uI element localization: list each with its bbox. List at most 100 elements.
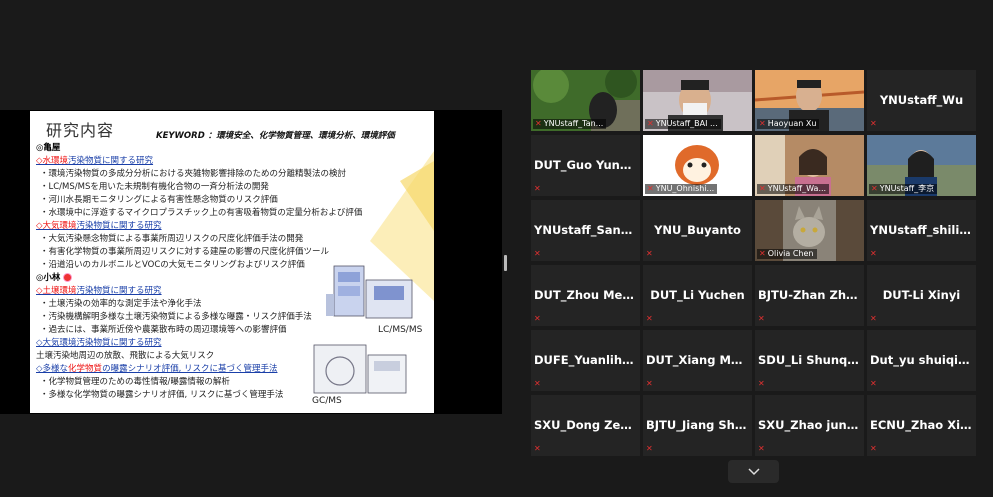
participant-tile[interactable]: SXU_Dong Zeng... ✕ <box>531 395 640 456</box>
participant-tile[interactable]: DUT-Li Xinyi ✕ <box>867 265 976 326</box>
slide-line: ◎亀屋 <box>36 142 434 155</box>
mic-muted-icon: ✕ <box>646 444 653 453</box>
participant-name: YNUstaff_李京 <box>879 184 935 193</box>
mic-muted-icon: ✕ <box>758 444 765 453</box>
mic-muted-icon: ✕ <box>870 249 877 258</box>
participant-tile[interactable]: YNU_Buyanto ✕ <box>643 200 752 261</box>
participant-tile[interactable]: DUFE_Yuanlihua ✕ <box>531 330 640 391</box>
participant-name-label: ✕ YNUstaff_BAI ... <box>645 119 721 129</box>
mic-muted-icon: ✕ <box>646 379 653 388</box>
participant-tile[interactable]: ✕ YNUstaff_Tan... <box>531 70 640 131</box>
participant-tile[interactable]: ✕ Haoyuan Xu <box>755 70 864 131</box>
participant-tile[interactable]: SXU_Zhao junqi... ✕ <box>755 395 864 456</box>
participant-name: DUFE_Yuanlihua <box>534 353 638 367</box>
participant-tile[interactable]: YNUstaff_shiliwen ✕ <box>867 200 976 261</box>
mic-muted-icon: ✕ <box>870 314 877 323</box>
mic-muted-icon: ✕ <box>534 314 541 323</box>
shared-screen: 研究内容 KEYWORD ：環境安全、化学物質管理、環境分析、環境評価 ◎亀屋 ◇… <box>0 110 502 414</box>
slide-text: ◇大気環境汚染物質に関する研究 <box>36 338 162 348</box>
participant-name: YNU_Ohnishi... <box>655 184 715 193</box>
laser-pointer-dot <box>63 273 73 282</box>
participant-name: DUT-Li Xinyi <box>882 288 961 302</box>
participant-tile[interactable]: BJTU-Zhan Zhe... ✕ <box>755 265 864 326</box>
participant-name: YNUstaff_shiliwen <box>870 223 976 237</box>
participant-tile[interactable]: ✕ YNUstaff_Wa... <box>755 135 864 196</box>
slide-text: ・沿道沿いのカルボニルとVOCの大気モニタリングおよびリスク評価 <box>40 260 305 270</box>
slide-line: ◇大気環境汚染物質に関する研究 <box>36 220 434 233</box>
slide: 研究内容 KEYWORD ：環境安全、化学物質管理、環境分析、環境評価 ◎亀屋 ◇… <box>30 111 434 413</box>
slide-text: ・汚染機構解明多様な土壌汚染物質による多様な曝露・リスク評価手法 <box>40 312 312 322</box>
slide-text: ・土壌汚染の効率的な測定手法や浄化手法 <box>40 299 202 309</box>
slide-text: ◎亀屋 <box>36 143 61 153</box>
mic-muted-icon: ✕ <box>871 184 878 193</box>
participant-name: YNU_Buyanto <box>654 223 741 237</box>
participant-tile[interactable]: YNUstaff_Sang DI ✕ <box>531 200 640 261</box>
participant-tile[interactable]: SDU_Li Shunqia... ✕ <box>755 330 864 391</box>
mic-muted-icon: ✕ <box>758 379 765 388</box>
slide-text: ・大気汚染懸念物質による事業所周辺リスクの尺度化評価手法の開発 <box>40 234 304 244</box>
slide-text: 土壌汚染地周辺の放散、飛散による大気リスク <box>36 351 215 361</box>
participant-name-label: ✕ YNUstaff_Tan... <box>533 119 607 129</box>
split-view-resize-handle[interactable] <box>504 255 507 271</box>
participant-name: Dut_yu shuiqing <box>870 353 975 367</box>
slide-line: ・有害化学物質の事業所周辺リスクに対する建屋の影響の尺度化評価ツール <box>36 246 434 259</box>
slide-highlight: ◇水環境 <box>36 156 69 166</box>
participant-tile[interactable]: DUT_Xiang Meng ✕ <box>643 330 752 391</box>
slide-highlight: ◇土壌環境 <box>36 286 77 296</box>
slide-text: ・化学物質管理のための毒性情報/曝露情報の解析 <box>40 377 230 387</box>
participant-tile[interactable]: ECNU_Zhao Xinyi ✕ <box>867 395 976 456</box>
participant-name: YNUstaff_BAI ... <box>655 119 718 128</box>
slide-text: ◇多様な <box>36 364 69 374</box>
mic-muted-icon: ✕ <box>646 249 653 258</box>
mic-muted-icon: ✕ <box>647 119 654 128</box>
slide-text: 汚染物質に関する研究 <box>68 156 154 166</box>
slide-text: ・河川水長期モニタリングによる有害性懸念物質のリスク評価 <box>40 195 278 205</box>
participant-name: BJTU_Jiang Shiyu <box>646 418 752 432</box>
participant-tile[interactable]: DUT_Li Yuchen ✕ <box>643 265 752 326</box>
lcms-illustration <box>326 265 413 319</box>
participant-tile[interactable]: BJTU_Jiang Shiyu ✕ <box>643 395 752 456</box>
participant-name: DUT_Zhou Meiqi <box>534 288 639 302</box>
participant-name-label: ✕ Olivia Chen <box>757 249 817 259</box>
slide-text: ・LC/MS/MSを用いた未規制有機化合物の一斉分析法の開発 <box>40 182 269 192</box>
slide-text: の曝露シナリオ評価, リスクに基づく管理手法 <box>102 364 278 374</box>
slide-text: ・環境汚染物質の多成分分析における夾雑物影響排除のための分離精製法の検討 <box>40 169 347 179</box>
participant-tile[interactable]: YNUstaff_Wu ✕ <box>867 70 976 131</box>
participant-name: SXU_Zhao junqi... <box>758 418 864 432</box>
participant-name-label: ✕ Haoyuan Xu <box>757 119 820 129</box>
participant-name: YNUstaff_Sang DI <box>534 223 640 237</box>
participant-name: YNUstaff_Wa... <box>767 184 827 193</box>
participant-name: SDU_Li Shunqia... <box>758 353 864 367</box>
participant-tile[interactable]: ✕ YNUstaff_BAI ... <box>643 70 752 131</box>
slide-text: ・過去には、事業所近傍や農薬散布時の周辺環境等への影響評価 <box>40 325 287 335</box>
participant-name: DUT_Xiang Meng <box>646 353 752 367</box>
participant-name: Olivia Chen <box>767 249 814 258</box>
gcms-label: GC/MS <box>312 396 342 406</box>
slide-text: ・有害化学物質の事業所周辺リスクに対する建屋の影響の尺度化評価ツール <box>40 247 330 257</box>
slide-highlight: ◇大気環境 <box>36 221 77 231</box>
lcms-label: LC/MS/MS <box>378 325 423 335</box>
slide-text: ・多様な化学物質の曝露シナリオ評価, リスクに基づく管理手法 <box>40 390 284 400</box>
participant-name: DUT_Li Yuchen <box>650 288 745 302</box>
participant-name-label: ✕ YNU_Ohnishi... <box>645 184 718 194</box>
chevron-down-icon <box>747 467 760 475</box>
slide-keyword: KEYWORD ：環境安全、化学物質管理、環境分析、環境評価 <box>156 131 395 141</box>
slide-text: 汚染物質に関する研究 <box>76 286 162 296</box>
slide-line: ・水環境中に浮遊するマイクロプラスチック上の有害吸着物質の定量分析および評価 <box>36 207 434 220</box>
mic-muted-icon: ✕ <box>870 119 877 128</box>
participant-tile[interactable]: ✕ Olivia Chen <box>755 200 864 261</box>
participant-tile[interactable]: ✕ YNU_Ohnishi... <box>643 135 752 196</box>
slide-text: ◎小林 <box>36 273 61 283</box>
participant-tile[interactable]: DUT_Guo Yunmi... ✕ <box>531 135 640 196</box>
slide-line: ・LC/MS/MSを用いた未規制有機化合物の一斉分析法の開発 <box>36 181 434 194</box>
slide-line: ・環境汚染物質の多成分分析における夾雑物影響排除のための分離精製法の検討 <box>36 168 434 181</box>
next-page-button[interactable] <box>728 460 779 483</box>
slide-title: 研究内容 <box>46 121 115 140</box>
mic-muted-icon: ✕ <box>647 184 654 193</box>
participant-tile[interactable]: Dut_yu shuiqing ✕ <box>867 330 976 391</box>
participant-tile[interactable]: ✕ YNUstaff_李京 <box>867 135 976 196</box>
participant-name: YNUstaff_Wu <box>879 93 964 107</box>
participant-tile[interactable]: DUT_Zhou Meiqi ✕ <box>531 265 640 326</box>
mic-muted-icon: ✕ <box>534 249 541 258</box>
participant-name-label: ✕ YNUstaff_Wa... <box>757 184 830 194</box>
